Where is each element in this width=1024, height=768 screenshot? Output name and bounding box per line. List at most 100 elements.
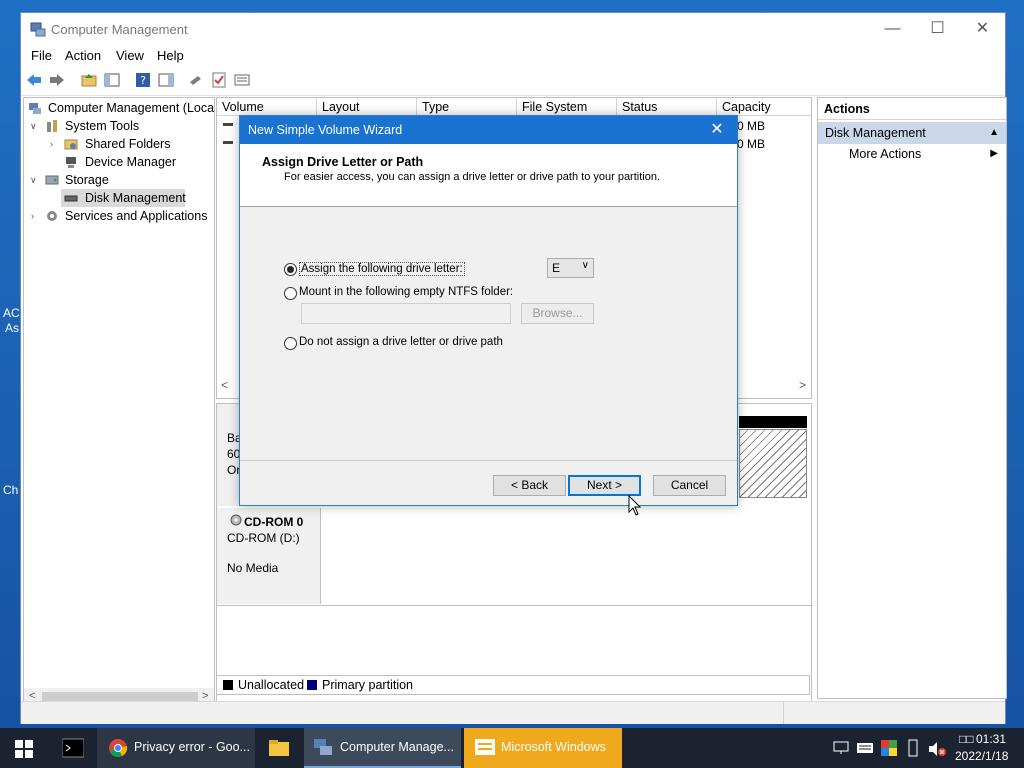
drive-letter-value: E: [552, 261, 561, 275]
collapse-chevron-icon[interactable]: ∨: [30, 117, 40, 135]
cdrom-icon: [230, 514, 242, 526]
desktop-icon-label[interactable]: AC: [3, 306, 20, 320]
volume-muted-icon[interactable]: [928, 741, 946, 757]
network-icon[interactable]: [833, 741, 849, 755]
menu-file[interactable]: File: [31, 48, 52, 63]
show-hide-action-pane-icon[interactable]: [158, 72, 174, 88]
start-windows-icon[interactable]: [15, 740, 33, 758]
checklist-icon[interactable]: [211, 72, 227, 88]
expand-chevron-icon[interactable]: ›: [50, 135, 60, 153]
keyboard-icon[interactable]: [857, 742, 873, 754]
close-button[interactable]: ✕: [960, 13, 1005, 45]
radio-no-drive-letter[interactable]: [284, 337, 297, 350]
tree-item-system-tools[interactable]: ∨ System Tools: [24, 117, 214, 135]
chevron-down-icon: ∨: [581, 260, 589, 271]
menu-action[interactable]: Action: [65, 48, 101, 63]
services-icon: [47, 211, 57, 221]
collapse-chevron-icon[interactable]: ∨: [30, 171, 40, 189]
more-actions[interactable]: More Actions: [849, 147, 921, 161]
usb-device-icon[interactable]: [907, 739, 919, 757]
file-explorer-icon[interactable]: [268, 738, 290, 758]
taskbar-chrome-label: Privacy error - Goo...: [134, 740, 250, 754]
radio-assign-drive-letter[interactable]: [284, 263, 297, 276]
mount-folder-label[interactable]: Mount in the following empty NTFS folder…: [299, 286, 513, 298]
dialog-title-bar[interactable]: New Simple Volume Wizard ✕: [240, 116, 737, 144]
capacity-cell: 0 MB: [737, 119, 766, 133]
show-hide-tree-icon[interactable]: [104, 72, 120, 88]
cdrom-type: CD-ROM (D:): [227, 531, 300, 545]
up-folder-icon[interactable]: [81, 72, 97, 88]
computer-management-icon: [30, 22, 46, 37]
status-bar: [21, 701, 1005, 724]
column-header-file-system[interactable]: File System: [517, 98, 617, 116]
back-button[interactable]: < Back: [493, 475, 566, 496]
properties-icon[interactable]: [234, 72, 250, 88]
tree-label: Services and Applications: [65, 209, 208, 223]
collapse-triangle-icon[interactable]: ▲: [989, 122, 999, 144]
clock-date[interactable]: 2022/1/18: [955, 749, 1008, 763]
svg-text:?: ?: [140, 74, 146, 87]
radio-mount-folder[interactable]: [284, 287, 297, 300]
menu-view[interactable]: View: [116, 48, 144, 63]
column-header-type[interactable]: Type: [417, 98, 517, 116]
forward-arrow-icon[interactable]: [49, 72, 65, 88]
mouse-cursor-icon: [628, 495, 642, 516]
actions-section-disk-management[interactable]: Disk Management ▲: [818, 122, 1006, 144]
drive-letter-select[interactable]: E ∨: [547, 258, 594, 278]
status-divider: [783, 702, 784, 724]
no-drive-letter-label[interactable]: Do not assign a drive letter or drive pa…: [299, 336, 503, 348]
tree-item-disk-management[interactable]: Disk Management: [24, 189, 214, 207]
toolbar: ?: [21, 67, 1005, 96]
title-bar[interactable]: Computer Management — ☐ ✕: [21, 13, 1005, 45]
disk-management-icon: [64, 195, 78, 202]
taskbar-computer-management[interactable]: Computer Manage...: [304, 728, 461, 768]
column-header-layout[interactable]: Layout: [317, 98, 417, 116]
menu-bar: File Action View Help: [21, 45, 1005, 67]
actions-header: Actions: [818, 98, 1006, 120]
taskbar-microsoft-windows[interactable]: Microsoft Windows: [464, 728, 622, 768]
clock-time[interactable]: 01:31: [976, 732, 1006, 746]
volume-row-icon: [223, 141, 233, 144]
unallocated-swatch: [223, 680, 233, 690]
column-header-capacity[interactable]: Capacity: [717, 98, 811, 116]
dialog-close-button[interactable]: ✕: [703, 119, 731, 141]
color-display-icon[interactable]: [881, 740, 897, 756]
column-header-volume[interactable]: Volume: [217, 98, 317, 116]
folder-path-input[interactable]: [301, 303, 511, 324]
shared-folder-icon: [64, 139, 78, 150]
cdrom-0-info[interactable]: CD-ROM 0 CD-ROM (D:) No Media: [217, 508, 321, 604]
tree-item-shared-folders[interactable]: › Shared Folders: [24, 135, 214, 153]
browse-button[interactable]: Browse...: [521, 303, 594, 324]
desktop-icon-label[interactable]: Ch: [3, 483, 18, 497]
cancel-button[interactable]: Cancel: [653, 475, 726, 496]
divider: [217, 605, 811, 606]
actions-pane: Actions Disk Management ▲ More Actions ▶: [817, 97, 1007, 699]
minimize-button[interactable]: —: [870, 13, 915, 45]
assign-drive-letter-label[interactable]: Assign the following drive letter:: [299, 262, 465, 276]
unallocated-region[interactable]: [739, 429, 807, 498]
menu-help[interactable]: Help: [157, 48, 184, 63]
tree-item-storage[interactable]: ∨ Storage: [24, 171, 214, 189]
help-icon[interactable]: ?: [135, 72, 151, 88]
expand-chevron-icon[interactable]: ›: [31, 207, 41, 225]
tree-item-services[interactable]: › Services and Applications: [24, 207, 214, 225]
scroll-right-icon[interactable]: >: [799, 378, 806, 392]
maximize-button[interactable]: ☐: [915, 13, 960, 45]
connect-icon[interactable]: [188, 72, 204, 88]
column-header-status[interactable]: Status: [617, 98, 717, 116]
tree-label: Storage: [65, 173, 109, 187]
computer-management-icon: [314, 739, 332, 755]
actions-section-label: Disk Management: [825, 126, 926, 140]
primary-partition-swatch: [307, 680, 317, 690]
legend-unallocated: Unallocated: [238, 678, 305, 692]
tree-item-device-manager[interactable]: Device Manager: [24, 153, 214, 171]
tree-label: Disk Management: [85, 191, 186, 205]
terminal-icon[interactable]: [62, 738, 84, 758]
unallocated-bar: [739, 416, 807, 428]
next-button[interactable]: Next >: [568, 475, 641, 496]
back-arrow-icon[interactable]: [26, 72, 42, 88]
taskbar-chrome[interactable]: Privacy error - Goo...: [97, 728, 255, 768]
tree-label: System Tools: [65, 119, 140, 133]
desktop-icon-label[interactable]: As: [5, 321, 19, 335]
scroll-left-icon[interactable]: <: [221, 378, 228, 392]
